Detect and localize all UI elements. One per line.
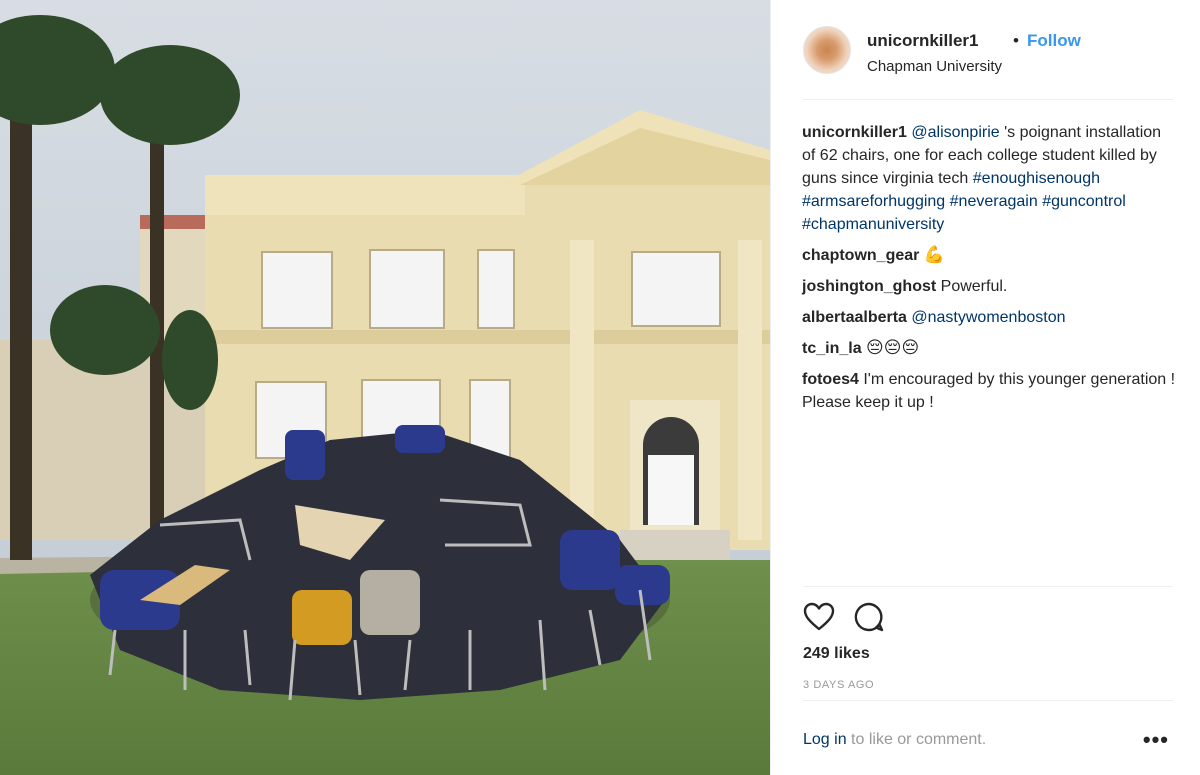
follow-button[interactable]: Follow [1027, 31, 1081, 51]
hashtag[interactable]: #enoughisenough [973, 170, 1100, 187]
comment-text: Please keep it up ! [802, 394, 934, 411]
login-prompt: Log in to like or comment. [803, 731, 986, 749]
hashtag[interactable]: #guncontrol [1042, 193, 1126, 210]
comment-text: Powerful. [940, 278, 1008, 295]
comment-text: I'm encouraged by this younger generatio… [863, 371, 1176, 388]
post-header: unicornkiller1 • Follow Chapman Universi… [803, 26, 1173, 100]
post-image[interactable] [0, 0, 770, 775]
comment-username[interactable]: fotoes4 [802, 371, 859, 388]
post-actions: 249 likes 3 DAYS AGO [803, 586, 1173, 703]
list-item: albertaalberta @nastywomenboston [802, 306, 1177, 329]
flexed-biceps-emoji: 💪 [923, 245, 945, 265]
heart-icon[interactable] [803, 601, 835, 633]
caption-mention[interactable]: @alisonpirie [911, 124, 999, 141]
login-link[interactable]: Log in [803, 731, 847, 748]
post-timestamp[interactable]: 3 DAYS AGO [803, 679, 874, 691]
comment-username[interactable]: albertaalberta [802, 309, 907, 326]
hashtag[interactable]: #neveragain [950, 193, 1038, 210]
separator-dot: • [1013, 31, 1019, 50]
comment-icon[interactable] [853, 601, 885, 633]
comment-username[interactable]: joshington_ghost [802, 278, 936, 295]
post-footer: Log in to like or comment. ••• [803, 700, 1173, 775]
hashtag[interactable]: #chapmanuniversity [802, 216, 944, 233]
avatar[interactable] [803, 26, 851, 74]
comment-mention[interactable]: @nastywomenboston [911, 309, 1065, 326]
list-item: tc_in_la 😔😔😔 [802, 337, 1177, 360]
login-suffix: to like or comment. [846, 731, 987, 748]
comment-username[interactable]: tc_in_la [802, 340, 862, 357]
post-username[interactable]: unicornkiller1 [867, 31, 978, 51]
list-item: joshington_ghost Powerful. [802, 275, 1177, 298]
comment-username[interactable]: chaptown_gear [802, 247, 919, 264]
likes-count[interactable]: 249 likes [803, 645, 870, 663]
post-sidebar: unicornkiller1 • Follow Chapman Universi… [770, 0, 1200, 775]
hashtag[interactable]: #armsareforhugging [802, 193, 945, 210]
post-location[interactable]: Chapman University [867, 58, 1002, 75]
photo-illustration [0, 0, 770, 775]
caption-username[interactable]: unicornkiller1 [802, 124, 907, 141]
list-item: chaptown_gear 💪 [802, 244, 1177, 267]
comments-list: unicornkiller1 @alisonpirie 's poignant … [802, 121, 1177, 422]
caption: unicornkiller1 @alisonpirie 's poignant … [802, 121, 1177, 236]
list-item: fotoes4 I'm encouraged by this younger g… [802, 368, 1177, 414]
more-options-button[interactable]: ••• [1143, 727, 1169, 753]
pensive-face-emoji: 😔😔😔 [866, 338, 920, 358]
